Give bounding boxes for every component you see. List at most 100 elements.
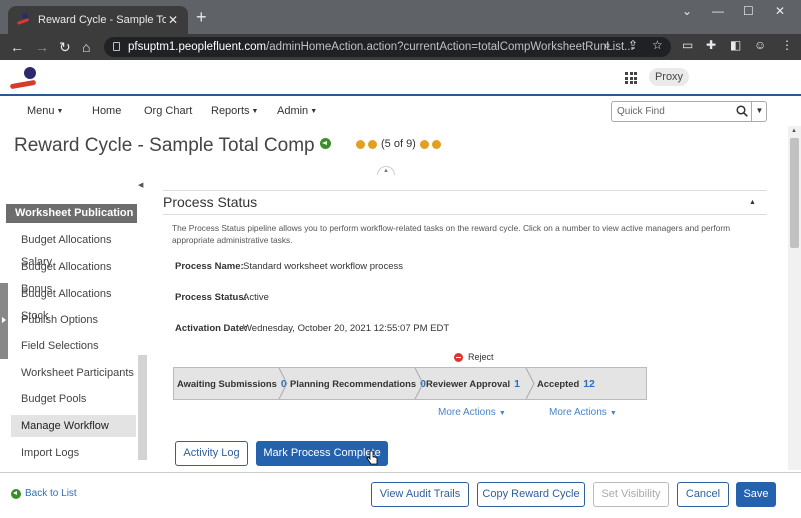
previous-record-icon[interactable] — [368, 139, 377, 149]
sidebar-expand-handle[interactable] — [0, 283, 8, 359]
activity-log-button[interactable]: Activity Log — [175, 441, 248, 466]
chevron-right-icon — [278, 368, 288, 399]
chevron-right-icon — [525, 368, 535, 399]
caret-down-icon: ▼ — [498, 410, 506, 417]
back-icon[interactable]: ← — [10, 38, 24, 56]
sidebar-item-budget-allocations-bonus[interactable]: Budget Allocations Bonus — [11, 256, 136, 295]
menu-org-chart[interactable]: Org Chart — [144, 105, 192, 117]
sidepanel-icon[interactable]: ◧ — [730, 38, 741, 52]
new-tab-icon[interactable]: + — [196, 8, 207, 26]
back-arrow-icon — [11, 488, 21, 499]
reload-icon[interactable]: ↻ — [59, 38, 71, 56]
back-to-list-link[interactable]: Back to List — [11, 488, 77, 499]
process-name-label: Process Name: — [175, 261, 244, 272]
menu-admin[interactable]: Admin ▼ — [277, 105, 317, 117]
workflow-pipeline: Awaiting Submissions 0 Planning Recommend… — [173, 367, 647, 400]
minimize-icon[interactable]: — — [712, 4, 724, 18]
copy-reward-cycle-button[interactable]: Copy Reward Cycle — [477, 482, 585, 507]
menu-reports[interactable]: Reports ▼ — [211, 105, 258, 117]
section-collapse-icon[interactable]: ▲ — [749, 199, 756, 206]
record-pager: (5 of 9) — [356, 138, 444, 150]
stage-awaiting-submissions: Awaiting Submissions 0 — [177, 368, 287, 399]
pager-count: (5 of 9) — [381, 138, 416, 150]
extensions-icon[interactable]: ✚ — [706, 38, 716, 52]
activation-date-label: Activation Date: — [175, 323, 248, 334]
caret-down-icon: ▼ — [609, 410, 617, 417]
apps-grid-icon[interactable] — [625, 72, 637, 84]
main-scrollbar[interactable]: ▲ — [788, 126, 801, 470]
menu-menu[interactable]: Menu ▼ — [27, 105, 63, 117]
process-status-description: The Process Status pipeline allows you t… — [172, 223, 731, 245]
forward-icon[interactable]: → — [35, 38, 49, 56]
cast-icon[interactable]: ▭ — [682, 38, 693, 52]
tab-close-icon[interactable]: ✕ — [166, 13, 180, 27]
sidebar-item-budget-allocations-stock[interactable]: Budget Allocations Stock — [11, 283, 136, 322]
caret-down-icon: ▼ — [310, 107, 318, 115]
caret-down-icon: ▼ — [251, 107, 259, 115]
last-record-icon[interactable] — [431, 139, 441, 149]
stage-count-link[interactable]: 12 — [583, 378, 595, 390]
sidebar-item-manage-workflow[interactable]: Manage Workflow — [11, 415, 136, 437]
search-icon[interactable]: ⌕ — [604, 38, 611, 53]
view-audit-trails-button[interactable]: View Audit Trails — [371, 482, 469, 507]
process-status-value: Active — [243, 292, 269, 303]
sidebar-item-field-selections[interactable]: Field Selections — [11, 335, 136, 357]
scroll-up-icon[interactable]: ▲ — [791, 128, 797, 134]
first-record-icon[interactable] — [356, 139, 365, 149]
url-host: pfsuptm1.peoplefluent.com — [128, 41, 267, 53]
stage-count-link[interactable]: 1 — [514, 378, 520, 390]
profile-icon[interactable]: ☺ — [754, 38, 766, 52]
page-title: Reward Cycle - Sample Total Comp — [14, 135, 315, 156]
quick-find: ▼ — [611, 101, 767, 122]
more-vert-icon[interactable]: ⋮ — [781, 38, 793, 52]
cancel-button[interactable]: Cancel — [677, 482, 729, 507]
quick-find-input[interactable] — [612, 102, 734, 121]
search-icon[interactable] — [736, 105, 748, 117]
share-icon[interactable]: ⇪ — [628, 38, 638, 52]
maximize-icon[interactable]: ☐ — [743, 4, 754, 18]
collapse-header-icon[interactable]: ▲ — [377, 166, 395, 175]
sidebar-item-publish-options[interactable]: Publish Options — [11, 309, 136, 331]
quick-find-dropdown-icon[interactable]: ▼ — [751, 102, 767, 121]
divider — [163, 214, 767, 215]
sidebar-item-budget-allocations-salary[interactable]: Budget Allocations Salary — [11, 229, 136, 268]
stage-planning-recommendations: Planning Recommendations 0 — [290, 368, 426, 399]
sidebar-item-import-logs[interactable]: Import Logs — [11, 442, 136, 464]
reject-action[interactable]: Reject — [454, 352, 494, 362]
browser-titlebar: Reward Cycle - Sample Total Com ✕ + ⌄ — … — [0, 0, 801, 34]
chevron-right-icon — [414, 368, 424, 399]
menu-home[interactable]: Home — [92, 105, 121, 117]
set-visibility-button: Set Visibility — [593, 482, 669, 507]
sidebar-collapse-icon[interactable]: ◀ — [138, 181, 143, 189]
lock-icon — [113, 42, 120, 51]
home-icon[interactable]: ⌂ — [82, 38, 90, 56]
process-name-value: Standard worksheet workflow process — [243, 261, 403, 272]
reject-label: Reject — [468, 352, 494, 362]
peoplefluent-logo[interactable] — [9, 66, 40, 92]
more-actions-dropdown[interactable]: More Actions ▼ — [438, 407, 506, 418]
browser-tab[interactable]: Reward Cycle - Sample Total Com ✕ — [8, 6, 188, 34]
stage-label: Reviewer Approval — [426, 378, 511, 389]
save-button[interactable]: Save — [736, 482, 776, 507]
peoplefluent-favicon-icon — [16, 13, 30, 27]
url-path: /adminHomeAction.action?currentAction=to… — [266, 41, 634, 53]
next-record-icon[interactable] — [419, 139, 429, 149]
scrollbar-thumb[interactable] — [790, 138, 799, 248]
process-status-label: Process Status: — [175, 292, 247, 303]
proxy-button[interactable]: Proxy — [649, 68, 689, 86]
more-actions-dropdown[interactable]: More Actions ▼ — [549, 407, 617, 418]
stage-label: Planning Recommendations — [290, 378, 417, 389]
sidebar-item-worksheet-participants[interactable]: Worksheet Participants — [11, 362, 136, 384]
bookmark-star-icon[interactable]: ☆ — [652, 38, 663, 52]
window-close-icon[interactable]: ✕ — [775, 4, 785, 18]
divider — [163, 190, 767, 191]
app-header: Proxy — [0, 60, 801, 96]
url-bar[interactable]: pfsuptm1.peoplefluent.com/adminHomeActio… — [104, 37, 671, 57]
sidebar-scrollbar[interactable] — [138, 355, 147, 460]
back-arrow-icon[interactable] — [320, 138, 331, 149]
sidebar-item-budget-pools[interactable]: Budget Pools — [11, 388, 136, 410]
sidebar-section-title: Worksheet Publication — [6, 204, 137, 223]
reject-icon — [454, 352, 463, 362]
chevron-down-icon[interactable]: ⌄ — [682, 4, 692, 18]
stage-label: Accepted — [537, 378, 580, 389]
